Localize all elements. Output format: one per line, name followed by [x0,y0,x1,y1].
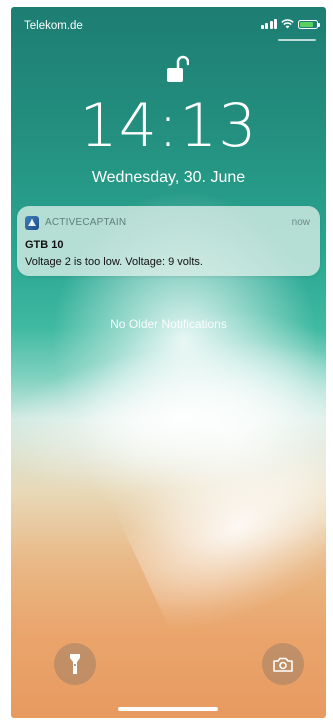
notification-title: GTB 10 [25,239,64,251]
flashlight-button[interactable] [54,643,96,685]
notification-app-name: ACTIVECAPTAIN [45,217,127,228]
clock-time: 14:13 [79,91,258,161]
notification-card[interactable]: ACTIVECAPTAIN now GTB 10 Voltage 2 is to… [17,206,320,276]
camera-button[interactable] [262,643,304,685]
notification-time: now [291,217,310,228]
no-older-notifications-label: No Older Notifications [110,317,227,331]
signal-icon [260,19,277,29]
wifi-icon [281,19,294,29]
clock-date: Wednesday, 30. June [91,169,246,186]
flashlight-icon [70,654,80,674]
status-icons [260,19,320,29]
unlocked-padlock-icon [167,55,189,82]
activecaptain-app-icon [25,216,39,230]
control-center-indicator[interactable] [278,39,316,41]
notification-body: Voltage 2 is too low. Voltage: 9 volts. [25,256,203,268]
battery-charging-icon [298,19,320,29]
carrier-name: Telekom.de [24,20,83,32]
lock-screen: Telekom.de 14:13 Wednesday, 30. June ACT… [11,7,326,718]
home-indicator[interactable] [118,707,218,711]
camera-icon [273,657,293,672]
status-bar: Telekom.de [11,7,326,47]
